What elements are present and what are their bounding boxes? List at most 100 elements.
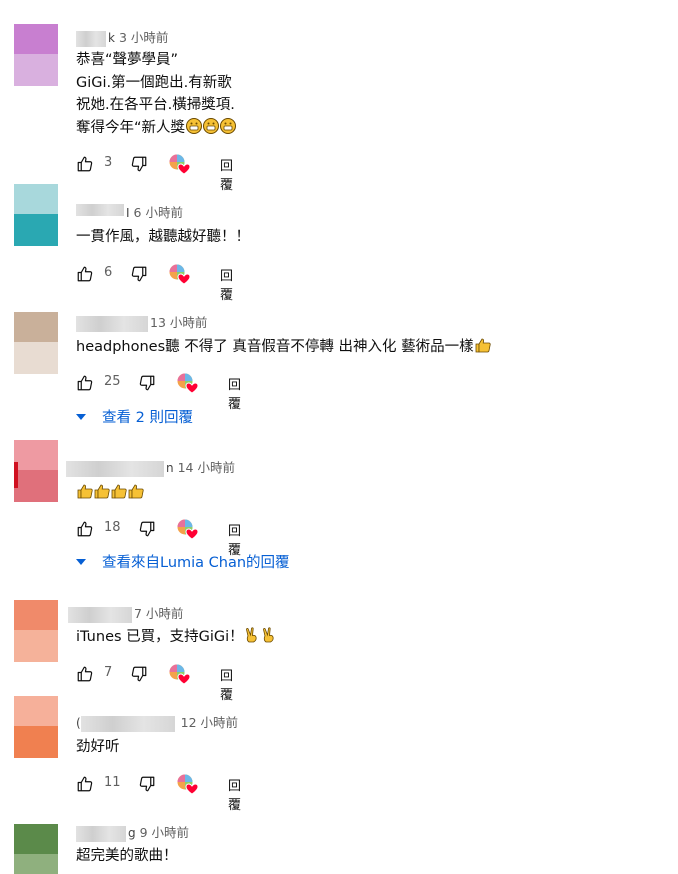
author-name-redacted[interactable] xyxy=(80,715,175,732)
view-replies-label: 查看來自Lumia Chan的回覆 xyxy=(102,555,290,571)
reply-button[interactable]: 回覆 xyxy=(228,374,241,412)
grin-emoji xyxy=(203,117,220,134)
like-button[interactable] xyxy=(76,153,94,175)
avatar[interactable] xyxy=(14,184,58,246)
grin-emoji xyxy=(186,117,203,134)
like-button[interactable] xyxy=(76,372,94,394)
comment-line: iTunes 已買，支持GiGi！ xyxy=(76,629,244,645)
author-name-redacted[interactable] xyxy=(68,606,132,623)
comment-line: 祝她.在各平台.橫掃獎項. xyxy=(76,97,235,113)
view-replies-button[interactable]: 查看 2 則回覆 xyxy=(76,406,193,427)
creator-heart-icon xyxy=(177,519,199,540)
avatar[interactable] xyxy=(14,312,58,374)
like-button[interactable] xyxy=(76,773,94,795)
thumbs-up-emoji xyxy=(77,484,93,499)
creator-heart-icon xyxy=(169,664,191,685)
dislike-button[interactable] xyxy=(130,263,148,285)
dislike-button[interactable] xyxy=(138,773,156,795)
creator-heart-badge[interactable] xyxy=(168,263,192,285)
thumbs-down-icon xyxy=(131,666,147,682)
comment-time[interactable]: 6 小時前 xyxy=(134,205,183,220)
thumbs-up-icon xyxy=(77,521,93,537)
avatar[interactable] xyxy=(14,824,58,874)
thumbs-up-icon xyxy=(77,776,93,792)
reply-button[interactable]: 回覆 xyxy=(220,665,233,703)
like-button[interactable] xyxy=(76,663,94,685)
reply-button[interactable]: 回覆 xyxy=(228,775,241,813)
like-count: 11 xyxy=(104,775,121,790)
reply-button[interactable]: 回覆 xyxy=(220,265,233,303)
thumbs-up-icon xyxy=(77,266,93,282)
comment-line: 奪得今年“新人獎 xyxy=(76,119,186,136)
comment-line: 恭喜“聲夢學員” xyxy=(76,52,179,68)
comment-time[interactable]: 3 小時前 xyxy=(119,30,168,45)
comment-header: g 9 小時前 xyxy=(76,822,189,842)
victory-hand-emoji xyxy=(245,627,257,643)
comment-text: 超完美的歌曲！ xyxy=(76,845,178,868)
like-count: 6 xyxy=(104,265,113,280)
avatar[interactable] xyxy=(14,440,58,502)
grin-emoji xyxy=(220,117,237,134)
avatar[interactable] xyxy=(14,600,58,662)
comment-line: 超完美的歌曲！ xyxy=(76,848,178,864)
comment-text: 一貫作風，越聽越好聽！！ xyxy=(76,226,250,249)
creator-heart-badge[interactable] xyxy=(168,663,192,685)
comment-time[interactable]: 12 小時前 xyxy=(181,715,238,730)
thumbs-down-icon xyxy=(139,521,155,537)
thumbs-down-icon xyxy=(131,156,147,172)
reply-button[interactable]: 回覆 xyxy=(220,155,233,193)
author-name-fragment[interactable]: k xyxy=(108,31,115,45)
victory-hand-emoji xyxy=(262,627,274,643)
thumbs-down-icon xyxy=(139,776,155,792)
comment-time[interactable]: 7 小時前 xyxy=(134,606,183,621)
dislike-button[interactable] xyxy=(130,663,148,685)
like-count: 25 xyxy=(104,374,121,389)
caret-down-icon xyxy=(76,559,86,565)
comment-line: headphones聽 不得了 真音假音不停轉 出神入化 藝術品一樣 xyxy=(76,339,474,355)
creator-heart-badge[interactable] xyxy=(176,518,200,540)
thumbs-up-icon xyxy=(77,666,93,682)
comment-header: n 14 小時前 xyxy=(66,457,235,477)
comment-header: k 3 小時前 xyxy=(76,27,168,47)
thumbs-up-emoji xyxy=(128,484,144,499)
thumbs-up-emoji xyxy=(475,338,491,353)
thumbs-down-icon xyxy=(139,375,155,391)
creator-heart-badge[interactable] xyxy=(168,153,192,175)
creator-heart-badge[interactable] xyxy=(176,372,200,394)
author-name-fragment[interactable]: g xyxy=(128,826,136,840)
author-name-redacted[interactable] xyxy=(76,30,106,47)
comment-text: iTunes 已買，支持GiGi！ xyxy=(76,626,278,649)
creator-heart-icon xyxy=(169,154,191,175)
like-button[interactable] xyxy=(76,518,94,540)
thumbs-up-icon xyxy=(77,156,93,172)
comment-time[interactable]: 14 小時前 xyxy=(178,460,235,475)
dislike-button[interactable] xyxy=(138,372,156,394)
comment-text: headphones聽 不得了 真音假音不停轉 出神入化 藝術品一樣 xyxy=(76,336,491,359)
author-name-fragment[interactable]: n xyxy=(166,461,174,475)
comment-line: 劲好听 xyxy=(76,739,120,755)
comment-time[interactable]: 13 小時前 xyxy=(150,315,207,330)
comment-time[interactable]: 9 小時前 xyxy=(140,825,189,840)
author-name-redacted[interactable] xyxy=(66,460,164,477)
author-name-redacted[interactable] xyxy=(76,825,126,842)
avatar[interactable] xyxy=(14,24,58,86)
comment-header: I 6 小時前 xyxy=(76,202,183,222)
comment-text xyxy=(76,482,144,505)
author-name-redacted[interactable] xyxy=(76,315,148,332)
author-name-redacted[interactable] xyxy=(76,204,124,216)
author-name-fragment[interactable]: I xyxy=(126,206,130,220)
view-replies-label: 查看 2 則回覆 xyxy=(102,410,193,426)
like-count: 18 xyxy=(104,520,121,535)
comment-line: 一貫作風，越聽越好聽！！ xyxy=(76,229,250,245)
comment-text: 劲好听 xyxy=(76,736,120,759)
comment-text: 恭喜“聲夢學員” GiGi.第一個跑出.有新歌 祝她.在各平台.橫掃獎項. 奪得… xyxy=(76,49,237,139)
dislike-button[interactable] xyxy=(138,518,156,540)
creator-heart-icon xyxy=(177,774,199,795)
like-count: 3 xyxy=(104,155,113,170)
dislike-button[interactable] xyxy=(130,153,148,175)
like-count: 7 xyxy=(104,665,113,680)
view-replies-button[interactable]: 查看來自Lumia Chan的回覆 xyxy=(76,551,290,572)
avatar[interactable] xyxy=(14,696,58,758)
creator-heart-badge[interactable] xyxy=(176,773,200,795)
like-button[interactable] xyxy=(76,263,94,285)
